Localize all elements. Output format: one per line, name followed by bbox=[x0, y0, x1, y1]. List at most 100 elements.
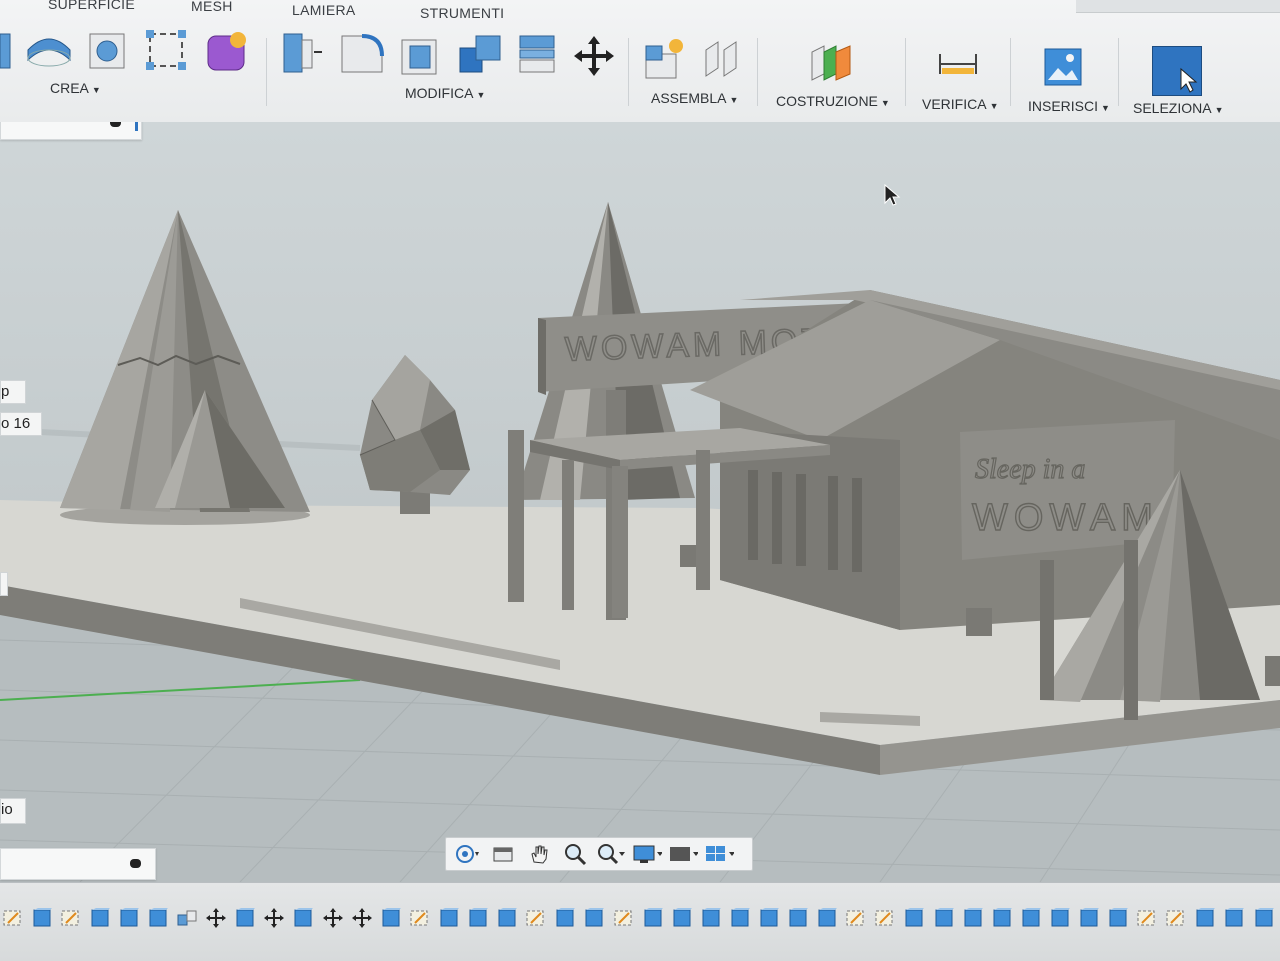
3d-scene[interactable]: WOWAM MOTEL Sleep in a WOWAM bbox=[0, 122, 1280, 882]
timeline-sketch-icon[interactable] bbox=[1164, 905, 1189, 931]
offset-plane-icon[interactable] bbox=[806, 40, 856, 86]
verifica-label: VERIFICA bbox=[922, 96, 987, 112]
timeline-body-icon[interactable] bbox=[756, 905, 781, 931]
timeline-body-icon[interactable] bbox=[582, 905, 607, 931]
toggle-icon[interactable] bbox=[110, 122, 121, 127]
timeline-sketch-icon[interactable] bbox=[1135, 905, 1160, 931]
assembla-menu[interactable]: ASSEMBLA ▼ bbox=[651, 90, 738, 106]
timeline-body-icon[interactable] bbox=[1076, 905, 1101, 931]
timeline-body-icon[interactable] bbox=[1251, 905, 1276, 931]
teepee-left[interactable] bbox=[60, 210, 310, 525]
side-label-io: io bbox=[0, 798, 26, 824]
insert-image-icon[interactable] bbox=[1042, 46, 1084, 88]
canvas-viewport[interactable]: WOWAM MOTEL Sleep in a WOWAM p o 16 io bbox=[0, 122, 1280, 882]
sign-text-wowam: WOWAM bbox=[972, 497, 1159, 539]
timeline-body-icon[interactable] bbox=[931, 905, 956, 931]
inserisci-menu[interactable]: INSERISCI ▼ bbox=[1028, 98, 1110, 114]
seleziona-menu[interactable]: SELEZIONA ▼ bbox=[1133, 100, 1224, 116]
timeline-body-icon[interactable] bbox=[1018, 905, 1043, 931]
tab-strumenti[interactable]: STRUMENTI bbox=[420, 5, 504, 21]
timeline-body-icon[interactable] bbox=[1193, 905, 1218, 931]
sketch-rectangle-icon[interactable] bbox=[144, 28, 188, 72]
joint-icon[interactable] bbox=[700, 36, 746, 82]
grid-settings-icon[interactable] bbox=[668, 841, 698, 867]
timeline-body-icon[interactable] bbox=[553, 905, 578, 931]
browser-search-field[interactable] bbox=[0, 122, 142, 140]
timeline-component-icon[interactable] bbox=[175, 905, 200, 931]
timeline-sketch-icon[interactable] bbox=[844, 905, 869, 931]
timeline-body-icon[interactable] bbox=[291, 905, 316, 931]
timeline-body-icon[interactable] bbox=[727, 905, 752, 931]
align-icon[interactable] bbox=[514, 30, 562, 76]
timeline-body-icon[interactable] bbox=[495, 905, 520, 931]
timeline-move-icon[interactable] bbox=[320, 905, 345, 931]
timeline-body-icon[interactable] bbox=[29, 905, 54, 931]
timeline-body-icon[interactable] bbox=[989, 905, 1014, 931]
tab-mesh[interactable]: MESH bbox=[191, 0, 233, 14]
timeline-sketch-icon[interactable] bbox=[524, 905, 549, 931]
resize-handle[interactable] bbox=[135, 122, 138, 131]
timeline-body-icon[interactable] bbox=[640, 905, 665, 931]
timeline-move-icon[interactable] bbox=[262, 905, 287, 931]
tab-superficie[interactable]: SUPERFICIE bbox=[48, 0, 135, 12]
sign-text-sleep: Sleep in a bbox=[975, 454, 1085, 485]
revolve-icon[interactable] bbox=[24, 28, 74, 72]
timeline-body-icon[interactable] bbox=[1106, 905, 1131, 931]
timeline-track[interactable] bbox=[0, 901, 1280, 935]
timeline-sketch-icon[interactable] bbox=[407, 905, 432, 931]
combine-icon[interactable] bbox=[456, 30, 504, 76]
timeline-body-icon[interactable] bbox=[116, 905, 141, 931]
timeline-body-icon[interactable] bbox=[378, 905, 403, 931]
new-component-icon[interactable] bbox=[640, 36, 688, 82]
select-cursor-icon[interactable] bbox=[1152, 46, 1202, 96]
timeline-body-icon[interactable] bbox=[960, 905, 985, 931]
tab-lamiera[interactable]: LAMIERA bbox=[292, 2, 356, 18]
timeline-sketch-icon[interactable] bbox=[611, 905, 636, 931]
timeline-body-icon[interactable] bbox=[145, 905, 170, 931]
timeline-body-icon[interactable] bbox=[87, 905, 112, 931]
timeline-body-icon[interactable] bbox=[436, 905, 461, 931]
tree-model[interactable] bbox=[359, 355, 470, 514]
costruzione-menu[interactable]: COSTRUZIONE ▼ bbox=[776, 93, 890, 109]
toggle-icon[interactable] bbox=[130, 859, 141, 868]
comments-field[interactable] bbox=[0, 848, 156, 880]
timeline-body-icon[interactable] bbox=[815, 905, 840, 931]
viewports-icon[interactable] bbox=[704, 841, 734, 867]
move-icon[interactable] bbox=[572, 34, 616, 78]
timeline-sketch-icon[interactable] bbox=[58, 905, 83, 931]
press-pull-icon[interactable] bbox=[280, 30, 324, 76]
separator bbox=[1010, 38, 1011, 106]
timeline-body-icon[interactable] bbox=[466, 905, 491, 931]
fillet-icon[interactable] bbox=[338, 30, 386, 76]
timeline-sketch-icon[interactable] bbox=[0, 905, 25, 931]
look-at-icon[interactable] bbox=[488, 841, 518, 867]
timeline-move-icon[interactable] bbox=[204, 905, 229, 931]
crea-menu[interactable]: CREA ▼ bbox=[50, 80, 101, 96]
timeline-body-icon[interactable] bbox=[1047, 905, 1072, 931]
timeline-sketch-icon[interactable] bbox=[873, 905, 898, 931]
timeline-move-icon[interactable] bbox=[349, 905, 374, 931]
side-label-p: p bbox=[0, 380, 26, 404]
measure-icon[interactable] bbox=[936, 46, 980, 82]
extrude-icon[interactable] bbox=[0, 28, 16, 74]
timeline-body-icon[interactable] bbox=[1222, 905, 1247, 931]
form-icon[interactable] bbox=[204, 28, 252, 74]
timeline-body-icon[interactable] bbox=[902, 905, 927, 931]
fit-icon[interactable] bbox=[596, 841, 626, 867]
separator bbox=[905, 38, 906, 106]
modifica-menu[interactable]: MODIFICA ▼ bbox=[405, 85, 485, 101]
mouse-cursor-icon bbox=[884, 184, 901, 206]
verifica-menu[interactable]: VERIFICA ▼ bbox=[922, 96, 999, 112]
timeline-body-icon[interactable] bbox=[233, 905, 258, 931]
display-settings-icon[interactable] bbox=[632, 841, 662, 867]
costruzione-label: COSTRUZIONE bbox=[776, 93, 878, 109]
timeline-body-icon[interactable] bbox=[698, 905, 723, 931]
zoom-icon[interactable] bbox=[560, 841, 590, 867]
timeline-body-icon[interactable] bbox=[669, 905, 694, 931]
timeline-body-icon[interactable] bbox=[786, 905, 811, 931]
shell-icon[interactable] bbox=[398, 30, 444, 76]
orbit-icon[interactable] bbox=[452, 841, 482, 867]
pan-icon[interactable] bbox=[524, 841, 554, 867]
sweep-icon[interactable] bbox=[84, 26, 132, 74]
seleziona-label: SELEZIONA bbox=[1133, 100, 1212, 116]
